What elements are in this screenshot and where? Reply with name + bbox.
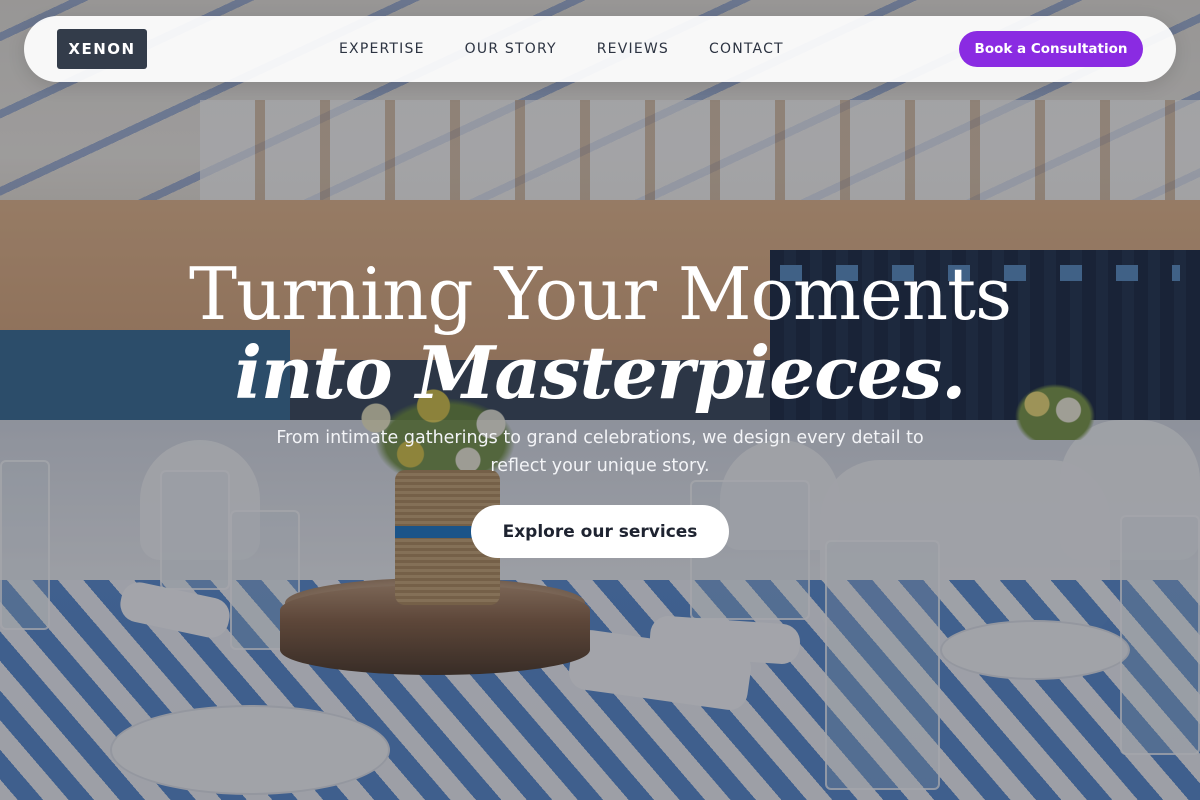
hero-title-line1: Turning Your Moments: [188, 252, 1012, 336]
nav-link-reviews[interactable]: REVIEWS: [597, 41, 669, 57]
nav-link-contact[interactable]: CONTACT: [709, 41, 784, 57]
navbar: XENON EXPERTISE OUR STORY REVIEWS CONTAC…: [24, 16, 1176, 82]
hero-subtitle: From intimate gatherings to grand celebr…: [276, 428, 924, 476]
book-consultation-button[interactable]: Book a Consultation: [959, 31, 1143, 67]
nav-links: EXPERTISE OUR STORY REVIEWS CONTACT: [339, 16, 784, 82]
nav-link-expertise[interactable]: EXPERTISE: [339, 41, 425, 57]
hero-title: Turning Your Moments into Masterpieces.: [0, 250, 1200, 415]
nav-link-our-story[interactable]: OUR STORY: [465, 41, 557, 57]
hero-title-line2: into Masterpieces.: [234, 330, 967, 415]
logo[interactable]: XENON: [57, 29, 147, 69]
explore-services-button[interactable]: Explore our services: [471, 505, 729, 558]
